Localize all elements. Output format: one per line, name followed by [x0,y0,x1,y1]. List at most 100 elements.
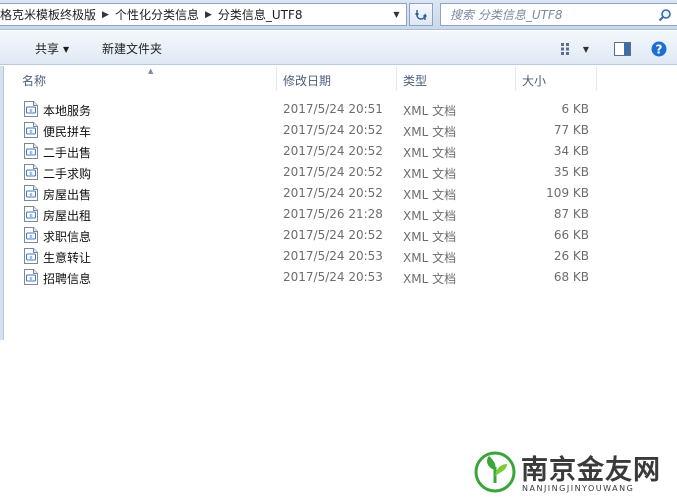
xml-file-icon: e [24,248,38,264]
xml-file-icon: e [24,143,38,159]
help-icon: ? [651,41,666,56]
file-name: 二手出售 [43,146,92,160]
column-header-type[interactable]: 类型 [403,72,427,89]
file-type: XML 文档 [403,188,457,202]
file-size: 35 KB [553,165,589,179]
share-label: 共享 [35,42,60,56]
file-size: 68 KB [553,270,589,284]
svg-text:e: e [29,255,32,261]
chevron-down-icon: ▼ [63,45,70,54]
address-bar[interactable]: 格克米模板终极版 ▶ 个性化分类信息 ▶ 分类信息_UTF8 ▼ [0,3,407,26]
file-row[interactable]: e 便民拼车 2017/5/24 20:52 XML 文档 77 KB [5,120,677,141]
file-size: 6 KB [561,102,589,116]
column-header-size[interactable]: 大小 [522,72,546,89]
address-dropdown-icon[interactable]: ▼ [387,4,406,25]
help-button[interactable]: ? [650,40,667,57]
file-type: XML 文档 [403,167,457,181]
view-options-button[interactable]: ▼ [559,41,591,57]
file-modified-date: 2017/5/24 20:52 [283,123,383,137]
file-name: 房屋出售 [43,188,92,202]
search-input[interactable]: 搜索 分类信息_UTF8 [441,6,653,23]
svg-text:?: ? [655,42,662,56]
svg-text:e: e [29,192,32,198]
xml-file-icon: e [24,164,38,180]
file-size: 66 KB [553,228,589,242]
file-size: 77 KB [553,123,589,137]
file-type: XML 文档 [403,230,457,244]
file-row[interactable]: e 招聘信息 2017/5/24 20:53 XML 文档 68 KB [5,267,677,288]
file-modified-date: 2017/5/24 20:53 [283,249,383,263]
file-name: 招聘信息 [43,272,92,286]
file-modified-date: 2017/5/24 20:52 [283,228,383,242]
watermark-subtitle: NANJINGJINYOUWANG [522,484,635,493]
column-header-date[interactable]: 修改日期 [283,72,331,89]
file-size: 26 KB [553,249,589,263]
xml-file-icon: e [24,101,38,117]
chevron-down-icon: ▼ [582,44,590,54]
nav-pane-edge[interactable] [0,66,4,340]
svg-text:e: e [29,234,32,240]
file-name: 本地服务 [43,104,92,118]
svg-text:e: e [29,213,32,219]
file-modified-date: 2017/5/24 20:52 [283,165,383,179]
column-divider[interactable] [276,66,277,90]
refresh-icon [415,9,427,20]
column-divider[interactable] [396,66,397,90]
file-modified-date: 2017/5/24 20:52 [283,144,383,158]
file-row[interactable]: e 本地服务 2017/5/24 20:51 XML 文档 6 KB [5,99,677,120]
watermark: 南京金友网 NANJINGJINYOUWANG [473,444,673,500]
file-name: 生意转让 [43,251,92,265]
preview-pane-button[interactable] [612,40,632,57]
breadcrumb-item[interactable]: 格克米模板终极版 [0,6,99,23]
file-name: 房屋出租 [43,209,92,223]
new-folder-button[interactable]: 新建文件夹 [102,40,162,57]
file-size: 109 KB [546,186,589,200]
column-header-row: ▲ 名称 修改日期 类型 大小 [5,66,677,90]
svg-text:e: e [29,108,32,114]
file-type: XML 文档 [403,209,457,223]
breadcrumb-separator-icon[interactable]: ▶ [99,10,112,20]
share-button[interactable]: 共享 ▼ [35,40,69,57]
xml-file-icon: e [24,206,38,222]
breadcrumb-separator-icon[interactable]: ▶ [202,10,215,20]
file-type: XML 文档 [403,272,457,286]
file-size: 87 KB [553,207,589,221]
file-type: XML 文档 [403,146,457,160]
file-row[interactable]: e 生意转让 2017/5/24 20:53 XML 文档 26 KB [5,246,677,267]
file-row[interactable]: e 求职信息 2017/5/24 20:52 XML 文档 66 KB [5,225,677,246]
watermark-title: 南京金友网 [521,455,661,486]
refresh-button[interactable] [409,3,433,26]
file-type: XML 文档 [403,251,457,265]
file-row[interactable]: e 房屋出售 2017/5/24 20:52 XML 文档 109 KB [5,183,677,204]
svg-text:e: e [29,171,32,177]
file-row[interactable]: e 二手求购 2017/5/24 20:52 XML 文档 35 KB [5,162,677,183]
column-header-name[interactable]: 名称 [22,72,46,89]
file-type: XML 文档 [403,104,457,118]
column-divider[interactable] [515,66,516,90]
file-name: 二手求购 [43,167,92,181]
file-modified-date: 2017/5/24 20:53 [283,270,383,284]
address-bar-row: 格克米模板终极版 ▶ 个性化分类信息 ▶ 分类信息_UTF8 ▼ 搜索 分类信息… [0,0,677,30]
file-row[interactable]: e 房屋出租 2017/5/26 21:28 XML 文档 87 KB [5,204,677,225]
xml-file-icon: e [24,269,38,285]
svg-text:e: e [29,276,32,282]
search-icon[interactable] [653,4,677,25]
breadcrumb-item[interactable]: 个性化分类信息 [112,6,202,23]
xml-file-icon: e [24,227,38,243]
breadcrumb-item[interactable]: 分类信息_UTF8 [215,6,306,23]
leaf-logo-icon [474,451,516,493]
column-divider[interactable] [596,66,597,90]
file-size: 34 KB [553,144,589,158]
file-modified-date: 2017/5/24 20:51 [283,102,383,116]
file-modified-date: 2017/5/24 20:52 [283,186,383,200]
command-bar: 共享 ▼ 新建文件夹 ▼ ? [0,31,677,65]
view-list-icon [560,43,569,55]
search-field[interactable]: 搜索 分类信息_UTF8 [440,3,677,26]
svg-text:e: e [29,150,32,156]
file-name: 求职信息 [43,230,92,244]
file-row[interactable]: e 二手出售 2017/5/24 20:52 XML 文档 34 KB [5,141,677,162]
file-modified-date: 2017/5/26 21:28 [283,207,383,221]
svg-text:e: e [29,129,32,135]
xml-file-icon: e [24,122,38,138]
file-type: XML 文档 [403,125,457,139]
